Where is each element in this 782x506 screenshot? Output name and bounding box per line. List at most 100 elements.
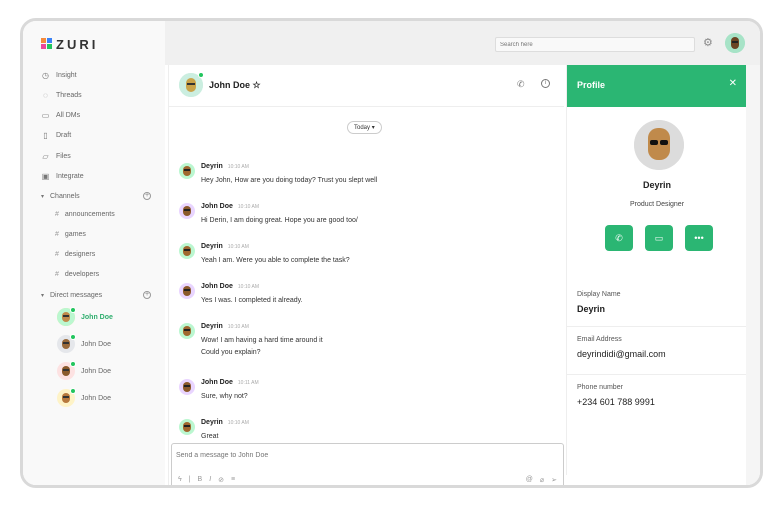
integrate-icon: ▣	[41, 172, 50, 181]
file-icon: ▱	[42, 152, 49, 161]
field-value: Deyrin	[577, 304, 606, 314]
call-button[interactable]: ✆	[605, 225, 633, 251]
nav-draft[interactable]: ▯ Draft	[41, 131, 71, 140]
more-button[interactable]: •••	[685, 225, 713, 251]
message: John Doe 10:11 AM Sure, why not?	[179, 379, 259, 403]
phone-icon: ✆	[615, 233, 623, 243]
dm-item[interactable]: John Doe	[57, 361, 111, 380]
video-button[interactable]: ▭	[645, 225, 673, 251]
app: ZURI ◷ Insight ◌ Threads ▭ All DMs ▯ Dra…	[23, 21, 760, 485]
avatar	[57, 388, 76, 407]
display-name-field: Display Name Deyrin	[577, 291, 747, 314]
field-label: Display Name	[577, 291, 621, 298]
nav-files[interactable]: ▱ Files	[41, 152, 71, 161]
message-author: Deyrin	[201, 419, 223, 426]
nav-label: All DMs	[56, 112, 81, 119]
chevron-down-icon: ▾	[41, 193, 45, 200]
attach-icon[interactable]: ⌀	[540, 476, 544, 484]
dm-label: John Doe	[81, 367, 111, 375]
message-author: John Doe	[201, 283, 233, 290]
italic-icon[interactable]: I	[209, 476, 211, 484]
dms-header[interactable]: ▾ Direct messages +	[41, 291, 151, 299]
info-icon[interactable]: i	[541, 79, 550, 88]
dm-item[interactable]: John Doe	[57, 334, 111, 353]
channel-label: announcements	[64, 211, 115, 218]
right-gutter	[746, 65, 760, 485]
avatar	[57, 334, 76, 353]
profile-avatar	[634, 120, 684, 170]
message-text: Hi Derin, I am doing great. Hope you are…	[201, 217, 358, 224]
more-icon: •••	[694, 233, 704, 243]
message-text: Hey John, How are you doing today? Trust…	[201, 177, 378, 184]
chevron-down-icon: ▾	[371, 125, 375, 131]
nav-threads[interactable]: ◌ Threads	[41, 91, 82, 100]
lightning-icon[interactable]: ϟ	[178, 476, 182, 484]
message: Deyrin 10:10 AM Hey John, How are you doi…	[179, 163, 377, 187]
list-icon[interactable]: ≡	[231, 476, 235, 484]
channels-header[interactable]: ▾ Channels +	[41, 192, 151, 200]
gear-icon[interactable]: ⚙	[703, 36, 713, 49]
contact-name[interactable]: John Doe ☆	[209, 80, 261, 91]
message-time: 10:10 AM	[237, 204, 260, 210]
search-input[interactable]	[495, 37, 695, 52]
channel-label: designers	[64, 251, 96, 258]
nav-label: Draft	[56, 132, 72, 139]
nav-integrate[interactable]: ▣ Integrate	[41, 172, 84, 181]
channel-games[interactable]: # games	[55, 231, 86, 238]
channel-label: games	[64, 231, 86, 238]
channel-announcements[interactable]: # announcements	[55, 211, 115, 218]
bold-icon[interactable]: B	[198, 476, 203, 484]
message: Deyrin 10:10 AM Great	[179, 419, 249, 443]
nav-insight[interactable]: ◷ Insight	[41, 71, 77, 80]
avatar	[179, 243, 195, 259]
divider	[567, 374, 747, 375]
message-time: 10:10 AM	[227, 324, 249, 330]
message-time: 10:10 AM	[227, 244, 249, 250]
clock-icon: ◷	[42, 71, 49, 80]
avatar	[57, 307, 76, 326]
dm-item[interactable]: John Doe	[57, 388, 111, 407]
message-time: 10:10 AM	[237, 284, 260, 290]
logo: ZURI	[41, 37, 98, 52]
nav-all-dms[interactable]: ▭ All DMs	[41, 111, 80, 120]
chevron-down-icon: ▾	[41, 292, 45, 299]
topbar: ⚙	[165, 21, 760, 65]
field-value[interactable]: deyrindidi@gmail.com	[577, 349, 747, 359]
avatar	[179, 203, 195, 219]
user-avatar[interactable]	[725, 33, 745, 53]
contact-avatar[interactable]	[179, 72, 204, 97]
divider	[567, 326, 747, 327]
message: Deyrin 10:10 AM Yeah I am. Were you able …	[179, 243, 350, 267]
star-icon: ☆	[252, 80, 261, 90]
mention-icon[interactable]: @	[526, 476, 533, 484]
video-icon: ▭	[654, 233, 664, 243]
add-channel-icon[interactable]: +	[143, 192, 151, 200]
nav-label: Threads	[56, 92, 82, 99]
message-author: Deyrin	[201, 323, 223, 330]
message-icon: ▭	[41, 111, 50, 120]
nav-label: Files	[56, 153, 71, 160]
channel-developers[interactable]: # developers	[55, 271, 99, 278]
avatar	[179, 419, 195, 435]
link-icon[interactable]: ⊘	[218, 476, 224, 484]
profile-role: Product Designer	[629, 201, 685, 208]
channels-label: Channels	[50, 192, 80, 200]
composer-toolbar: ϟ | B I ⊘ ≡	[178, 476, 235, 484]
phone-icon[interactable]: ✆	[517, 79, 525, 90]
close-icon[interactable]: ✕	[729, 78, 737, 89]
date-divider[interactable]: Today ▾	[347, 121, 382, 134]
message-input[interactable]	[176, 452, 556, 459]
message-composer: ϟ | B I ⊘ ≡ @ ⌀ ➢	[171, 443, 564, 485]
dms-label: Direct messages	[50, 291, 103, 299]
dm-item[interactable]: John Doe	[57, 307, 113, 326]
channel-label: developers	[64, 271, 100, 278]
hash-icon: #	[55, 251, 59, 258]
send-icon[interactable]: ➢	[551, 476, 557, 484]
message-text: Wow! I am having a hard time around it Co…	[201, 337, 323, 356]
avatar	[179, 379, 195, 395]
chat-header: John Doe ☆ ✆ i	[169, 65, 564, 107]
add-dm-icon[interactable]: +	[143, 291, 151, 299]
hash-icon: #	[55, 231, 59, 238]
field-value[interactable]: +234 601 788 9991	[577, 397, 747, 407]
channel-designers[interactable]: # designers	[55, 251, 95, 258]
